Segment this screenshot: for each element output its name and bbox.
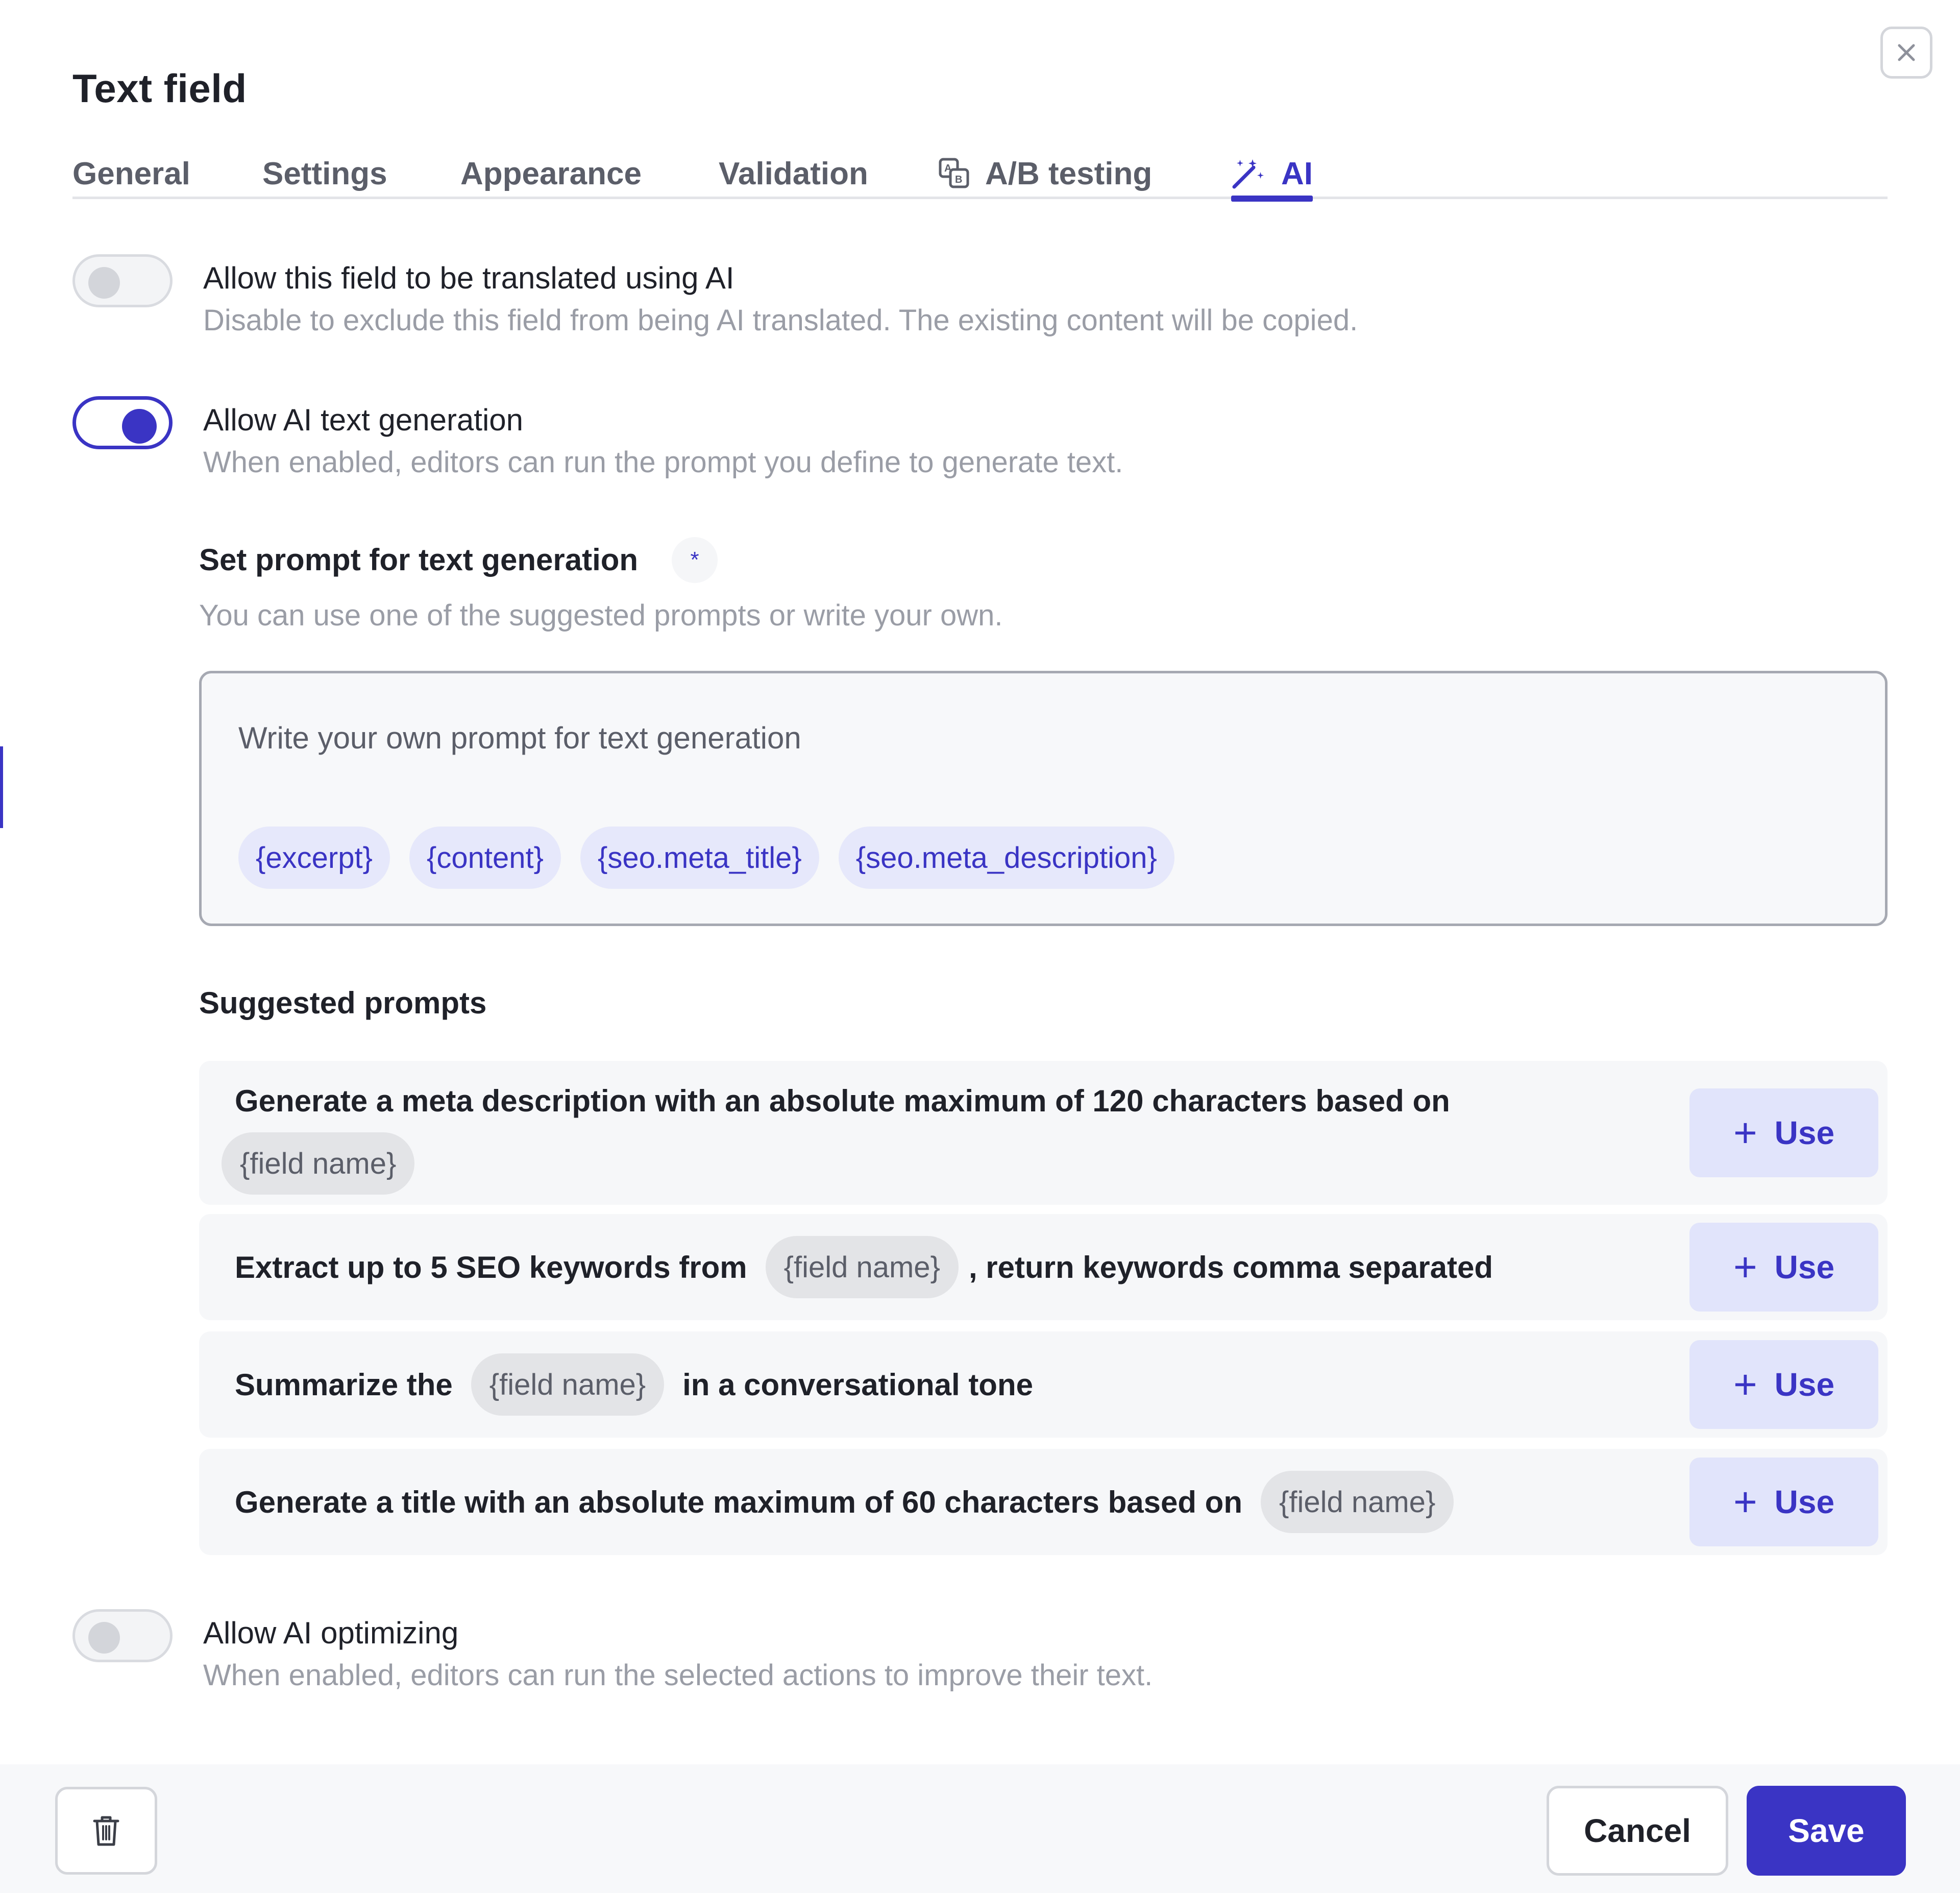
tab-general[interactable]: General (72, 153, 190, 194)
field-name-chip: {field name} (222, 1132, 415, 1195)
suggested-prompt-text: Summarize the {field name} in a conversa… (235, 1353, 1033, 1416)
use-prompt-button[interactable]: + Use (1689, 1458, 1878, 1546)
suggested-prompt-text: Generate a title with an absolute maximu… (235, 1471, 1472, 1533)
magic-wand-icon (1232, 159, 1264, 189)
close-button[interactable] (1880, 27, 1932, 79)
field-name-chip: {field name} (471, 1353, 665, 1416)
delete-button[interactable] (55, 1787, 157, 1875)
plus-icon: + (1733, 1244, 1757, 1290)
plus-icon: + (1733, 1362, 1757, 1407)
prompt-text-after: , return keywords comma separated (968, 1250, 1493, 1284)
prompt-text-before: Extract up to 5 SEO keywords from (235, 1250, 747, 1284)
use-label: Use (1774, 1484, 1835, 1520)
prompt-text-before: Summarize the (235, 1367, 453, 1402)
tab-label: Validation (719, 156, 868, 191)
tab-ai[interactable]: AI (1231, 153, 1313, 202)
translate-label: Allow this field to be translated using … (203, 261, 734, 295)
use-prompt-button[interactable]: + Use (1689, 1088, 1878, 1177)
toggle-knob (88, 267, 120, 299)
save-button[interactable]: Save (1747, 1786, 1906, 1876)
edge-marker (0, 746, 3, 828)
use-prompt-button[interactable]: + Use (1689, 1223, 1878, 1312)
tab-label: General (72, 156, 190, 191)
svg-text:A: A (944, 163, 951, 174)
prompt-input[interactable]: Write your own prompt for text generatio… (199, 671, 1888, 926)
suggested-prompt-row: Extract up to 5 SEO keywords from {field… (199, 1214, 1888, 1320)
use-label: Use (1774, 1114, 1835, 1151)
translate-description: Disable to exclude this field from being… (203, 304, 1358, 337)
dialog-footer: Cancel Save (0, 1764, 1960, 1893)
variable-chip-seo-meta-description[interactable]: {seo.meta_description} (838, 827, 1174, 889)
close-icon (1898, 44, 1915, 61)
prompt-text-after: in a conversational tone (682, 1367, 1033, 1402)
required-marker: * (672, 537, 718, 583)
prompt-placeholder: Write your own prompt for text generatio… (238, 721, 801, 755)
svg-text:B: B (955, 174, 962, 185)
variable-chip-seo-meta-title[interactable]: {seo.meta_title} (580, 827, 819, 889)
ab-testing-icon: A B (939, 158, 969, 188)
generation-toggle[interactable] (72, 396, 173, 449)
tab-ab-testing[interactable]: A B A/B testing (938, 153, 1152, 194)
translate-toggle[interactable] (72, 254, 173, 307)
suggested-prompts-title: Suggested prompts (199, 986, 487, 1020)
field-name-chip: {field name} (765, 1236, 959, 1298)
generation-label: Allow AI text generation (203, 403, 524, 437)
variable-chips: {excerpt} {content} {seo.meta_title} {se… (238, 827, 1174, 889)
generation-description: When enabled, editors can run the prompt… (203, 446, 1123, 479)
suggested-prompt-text: Generate a meta description with an abso… (235, 1084, 1450, 1118)
tab-validation[interactable]: Validation (719, 153, 868, 194)
tab-label: A/B testing (985, 156, 1153, 191)
use-prompt-button[interactable]: + Use (1689, 1340, 1878, 1429)
prompt-hint: You can use one of the suggested prompts… (199, 599, 1003, 632)
plus-icon: + (1733, 1110, 1757, 1155)
tab-appearance[interactable]: Appearance (460, 153, 642, 194)
dialog-title: Text field (72, 66, 247, 111)
cancel-button[interactable]: Cancel (1547, 1786, 1728, 1876)
suggested-prompt-row: Generate a meta description with an abso… (199, 1061, 1888, 1205)
prompt-section-title: Set prompt for text generation (199, 543, 639, 577)
trash-icon (93, 1816, 119, 1846)
field-name-chip: {field name} (1260, 1471, 1454, 1533)
variable-chip-content[interactable]: {content} (409, 827, 561, 889)
suggested-prompt-text: Extract up to 5 SEO keywords from {field… (235, 1236, 1493, 1298)
use-label: Use (1774, 1249, 1835, 1285)
tab-label: Appearance (460, 156, 642, 191)
prompt-text-before: Generate a title with an absolute maximu… (235, 1485, 1242, 1519)
suggested-prompt-row: Summarize the {field name} in a conversa… (199, 1331, 1888, 1438)
plus-icon: + (1733, 1479, 1757, 1524)
tab-label: AI (1281, 156, 1313, 191)
suggested-prompt-chip-line: {field name} (222, 1132, 433, 1195)
tab-bar: General Settings Appearance Validation A… (72, 148, 1888, 202)
suggested-prompt-row: Generate a title with an absolute maximu… (199, 1449, 1888, 1555)
variable-chip-excerpt[interactable]: {excerpt} (238, 827, 390, 889)
toggle-knob (88, 1622, 120, 1654)
optimizing-toggle[interactable] (72, 1609, 173, 1662)
toggle-knob (122, 409, 157, 444)
text-field-dialog: Text field General Settings Appearance V… (0, 0, 1960, 1893)
tab-settings[interactable]: Settings (262, 153, 387, 194)
use-label: Use (1774, 1366, 1835, 1403)
tab-label: Settings (262, 156, 387, 191)
optimizing-label: Allow AI optimizing (203, 1616, 459, 1650)
optimizing-description: When enabled, editors can run the select… (203, 1659, 1153, 1692)
